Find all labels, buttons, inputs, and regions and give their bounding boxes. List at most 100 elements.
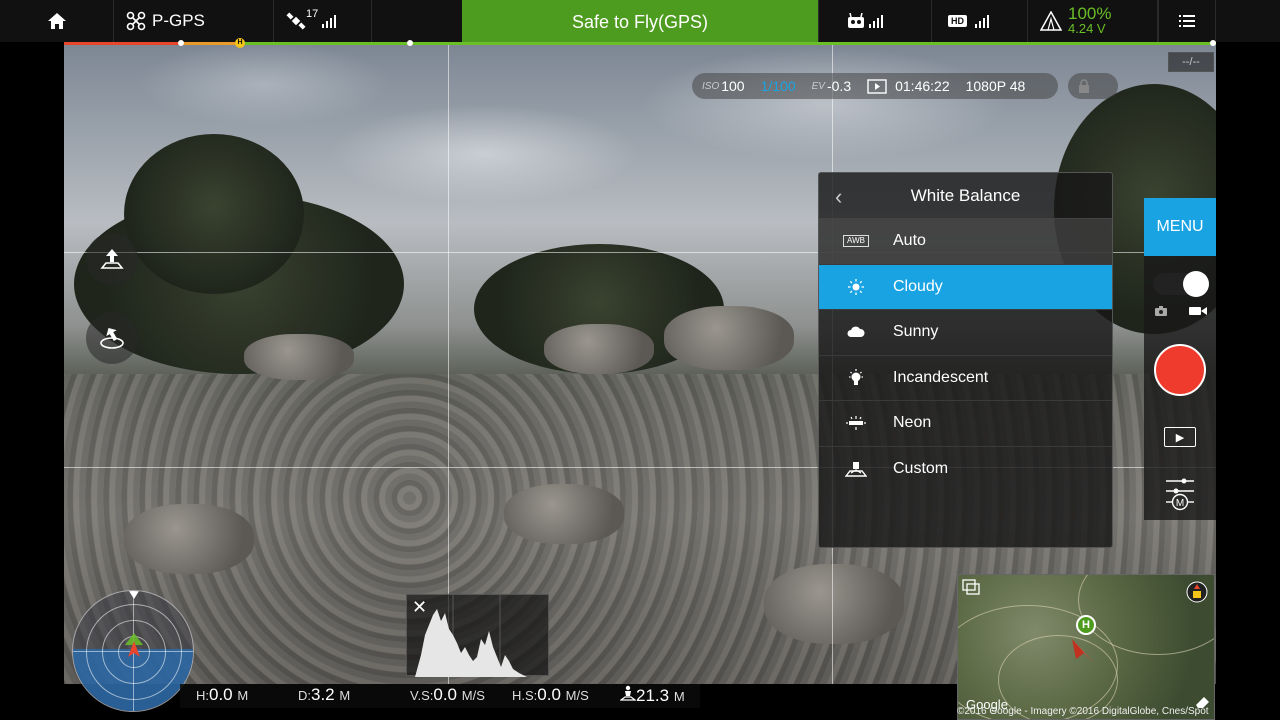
awb-badge: AWB bbox=[843, 235, 869, 248]
back-chevron-icon[interactable]: ‹ bbox=[835, 184, 842, 210]
home-icon bbox=[47, 13, 66, 29]
map-toggle-icon[interactable] bbox=[962, 579, 980, 595]
camera-menu-button[interactable]: MENU bbox=[1144, 198, 1216, 256]
altitude-readout: H:0.0 M bbox=[196, 685, 249, 704]
rock bbox=[664, 306, 794, 370]
camera-settings-icon[interactable]: M bbox=[1164, 477, 1196, 513]
distance-readout: D:3.2 M bbox=[298, 685, 351, 704]
wb-option-cloudy[interactable]: Cloudy bbox=[819, 264, 1112, 310]
timeline-marker bbox=[178, 40, 184, 46]
wb-option-label: Cloudy bbox=[893, 277, 943, 295]
pilot-distance-readout: 21.3 M bbox=[619, 685, 685, 706]
wb-option-auto[interactable]: AWB Auto bbox=[819, 219, 1112, 265]
camera-parameters[interactable]: ISO 100 1/100 EV -0.3 01:46:22 1080P 48 bbox=[692, 73, 1058, 99]
north-indicator-icon bbox=[129, 591, 139, 599]
battery-timeline: H bbox=[64, 38, 1216, 48]
wb-option-custom[interactable]: Custom bbox=[819, 447, 1112, 493]
shutter-value: 1/100 bbox=[760, 78, 796, 94]
telemetry-bar: H:0.0 M D:3.2 M V.S:0.0 M/S H.S:0.0 M/S … bbox=[180, 684, 700, 708]
battery-status[interactable]: 100% 4.24 V bbox=[1028, 0, 1158, 42]
awb-icon: AWB bbox=[819, 235, 893, 248]
battery-voltage: 4.24 V bbox=[1068, 21, 1106, 36]
video-icon bbox=[867, 79, 887, 94]
takeoff-button[interactable] bbox=[86, 233, 138, 285]
wb-option-incandescent[interactable]: Incandescent bbox=[819, 356, 1112, 401]
bulb-icon bbox=[819, 368, 893, 387]
rock bbox=[244, 334, 354, 380]
wb-option-sunny[interactable]: Sunny bbox=[819, 310, 1112, 356]
gps-status[interactable]: 17 bbox=[274, 0, 372, 42]
signal-bars bbox=[975, 14, 989, 28]
grid-line bbox=[448, 44, 449, 684]
ev-value: -0.3 bbox=[826, 78, 852, 94]
wb-option-label: Neon bbox=[893, 414, 932, 432]
photo-video-toggle[interactable] bbox=[1153, 271, 1209, 297]
return-home-icon bbox=[100, 327, 124, 349]
signal-bars bbox=[869, 14, 883, 28]
hd-signal[interactable]: HD bbox=[932, 0, 1028, 42]
satellite-count: 17 bbox=[306, 8, 319, 20]
flight-mode-label: P-GPS bbox=[152, 11, 205, 30]
flight-status-label: Safe to Fly(GPS) bbox=[571, 11, 709, 32]
attitude-radar[interactable] bbox=[72, 590, 194, 712]
sun-icon bbox=[819, 278, 893, 295]
vertical-speed-readout: V.S:0.0 M/S bbox=[410, 685, 485, 704]
signal-bars bbox=[322, 14, 337, 28]
rock bbox=[504, 484, 624, 544]
rc-signal[interactable] bbox=[818, 0, 932, 42]
wb-option-neon[interactable]: Neon bbox=[819, 401, 1112, 447]
wb-option-label: Auto bbox=[893, 232, 926, 250]
drone-icon bbox=[126, 11, 146, 31]
timeline-marker bbox=[1210, 40, 1216, 46]
white-balance-panel: ‹ White Balance AWB Auto Cloudy Sunny In… bbox=[818, 172, 1113, 548]
white-balance-header: ‹ White Balance bbox=[819, 173, 1112, 219]
recording-time: 01:46:22 bbox=[895, 78, 950, 94]
map-view[interactable]: H Google bbox=[957, 574, 1215, 720]
playback-button[interactable]: ▶ bbox=[1164, 427, 1196, 447]
flight-mode[interactable]: P-GPS bbox=[114, 0, 274, 42]
rock bbox=[764, 564, 904, 644]
battery-percent: 100% bbox=[1068, 4, 1112, 23]
record-button[interactable] bbox=[1154, 344, 1206, 396]
map-lock-icon[interactable] bbox=[1186, 581, 1208, 603]
menu-label: MENU bbox=[1156, 218, 1204, 235]
horizontal-speed-readout: H.S:0.0 M/S bbox=[512, 685, 589, 704]
takeoff-icon bbox=[100, 249, 124, 269]
manual-mode-letter: M bbox=[1176, 498, 1184, 509]
play-icon: ▶ bbox=[1175, 431, 1185, 444]
white-balance-title: White Balance bbox=[910, 185, 1021, 205]
bush bbox=[124, 134, 304, 294]
battery-critical-segment bbox=[64, 42, 182, 45]
wb-option-label: Incandescent bbox=[893, 368, 989, 386]
aircraft-map-icon bbox=[1072, 639, 1094, 663]
lock-icon bbox=[1079, 79, 1089, 93]
map-attribution: ©2016 Google - Imagery ©2016 DigitalGlob… bbox=[957, 706, 1209, 717]
home-timeline-marker: H bbox=[235, 38, 245, 48]
custom-icon bbox=[819, 461, 893, 477]
video-camera-icon bbox=[1189, 307, 1207, 315]
home-button[interactable] bbox=[0, 0, 114, 42]
resolution: 1080P 48 bbox=[965, 78, 1026, 94]
timeline-marker bbox=[407, 40, 413, 46]
hd-signal-icon: HD bbox=[948, 15, 967, 27]
ev-bracket: --/-- bbox=[1168, 52, 1214, 72]
ae-lock-button[interactable] bbox=[1068, 73, 1118, 99]
wb-option-label: Sunny bbox=[893, 323, 939, 341]
ev-label: EV bbox=[811, 80, 825, 92]
home-point-marker: H bbox=[1076, 615, 1096, 635]
histogram-graph bbox=[415, 595, 527, 677]
camera-icon bbox=[1155, 306, 1167, 316]
cloud-icon bbox=[819, 326, 893, 338]
satellite-icon bbox=[286, 12, 306, 30]
pilot-distance-icon bbox=[619, 685, 637, 701]
general-settings-button[interactable] bbox=[1158, 0, 1216, 42]
rock bbox=[124, 504, 254, 574]
return-home-button[interactable] bbox=[86, 312, 138, 364]
wb-option-label: Custom bbox=[893, 460, 949, 478]
rock bbox=[544, 324, 654, 374]
battery-low-segment bbox=[182, 42, 240, 45]
toggle-knob bbox=[1183, 271, 1209, 297]
remote-controller-icon bbox=[848, 13, 864, 28]
menu-list-icon bbox=[1179, 15, 1195, 27]
flight-status[interactable]: Safe to Fly(GPS) bbox=[462, 0, 818, 44]
